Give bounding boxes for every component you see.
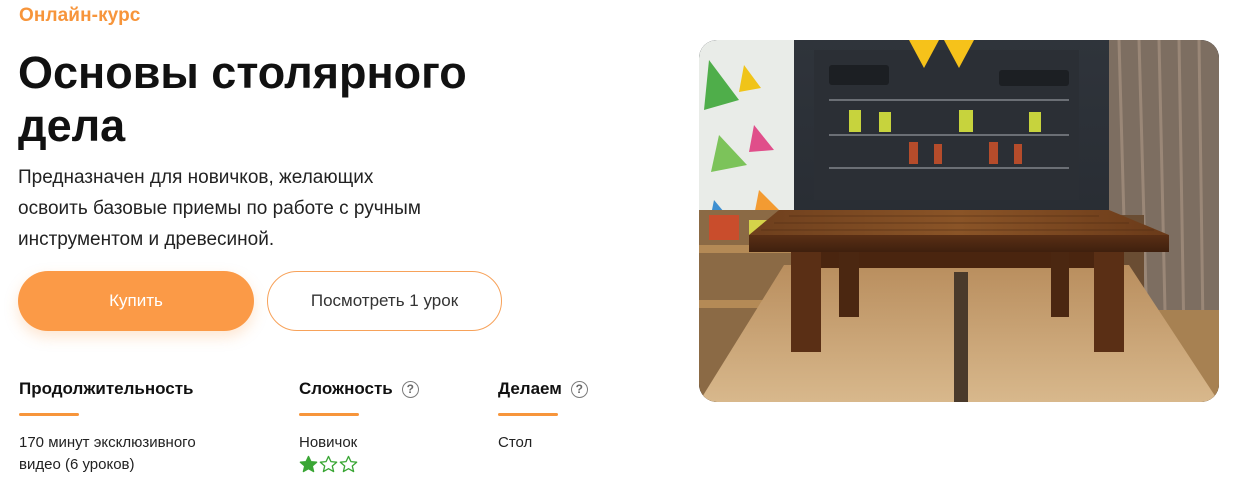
project-title: Делаем bbox=[498, 379, 562, 398]
buy-button[interactable]: Купить bbox=[18, 271, 254, 331]
duration-title: Продолжительность bbox=[19, 379, 194, 398]
difficulty-stat: Сложность ? Новичок bbox=[299, 378, 469, 473]
watch-lesson-button[interactable]: Посмотреть 1 урок bbox=[267, 271, 502, 331]
project-help-icon[interactable]: ? bbox=[570, 380, 588, 398]
course-hero: Онлайн-курс Основы столярного дела Предн… bbox=[0, 0, 1235, 477]
workshop-table-photo bbox=[699, 40, 1219, 402]
duration-value: 170 минут эксклюзивного видео (6 уроков) bbox=[19, 434, 196, 473]
project-underline bbox=[498, 413, 558, 416]
star-empty-icon bbox=[339, 455, 358, 473]
star-empty-icon bbox=[319, 455, 338, 473]
course-title: Основы столярного дела bbox=[18, 47, 467, 151]
duration-underline bbox=[19, 413, 79, 416]
star-filled-icon bbox=[299, 455, 318, 473]
duration-stat: Продолжительность 170 минут эксклюзивног… bbox=[19, 378, 239, 476]
difficulty-rating bbox=[299, 455, 469, 473]
difficulty-underline bbox=[299, 413, 359, 416]
project-stat: Делаем ? Стол bbox=[498, 378, 648, 454]
course-description: Предназначен для новичков, желающих осво… bbox=[18, 167, 421, 250]
difficulty-value: Новичок bbox=[299, 434, 358, 451]
difficulty-help-icon[interactable]: ? bbox=[401, 380, 419, 398]
project-value: Стол bbox=[498, 434, 533, 451]
difficulty-title: Сложность bbox=[299, 379, 393, 398]
course-type-label: Онлайн-курс bbox=[19, 5, 141, 26]
